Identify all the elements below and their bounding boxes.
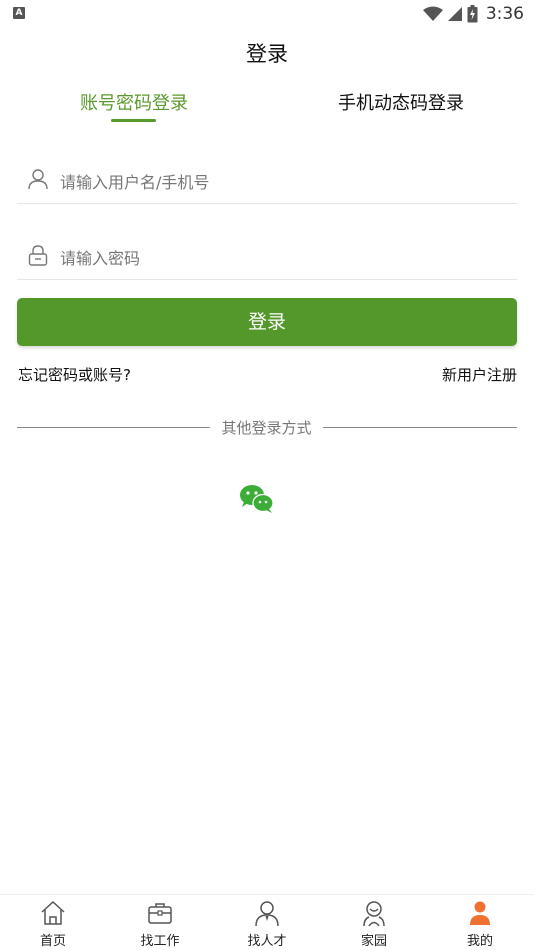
nav-home-label: 首页 [39, 934, 66, 949]
nav-community[interactable]: 家园 [334, 895, 414, 950]
lock-icon [28, 245, 48, 266]
profile-icon [470, 901, 490, 925]
nav-community-label: 家园 [360, 934, 387, 949]
status-time: 3:36 [485, 4, 524, 24]
nav-find-talent-label: 找人才 [247, 934, 287, 949]
password-placeholder: 请输入密码 [60, 249, 141, 268]
signal-icon [447, 7, 462, 21]
login-button[interactable]: 登录 [17, 298, 517, 346]
notification-icon: A [13, 7, 25, 19]
nav-mine[interactable]: 我的 [440, 895, 520, 950]
other-login-label: 其他登录方式 [221, 419, 312, 437]
nav-find-job[interactable]: 找工作 [120, 895, 200, 950]
bottom-navigation: 首页 找工作 找人才 家园 我的 [0, 894, 534, 950]
status-icons: 3:36 [422, 3, 524, 25]
forgot-password-link[interactable]: 忘记密码或账号? [18, 364, 131, 385]
nav-find-job-label: 找工作 [140, 934, 180, 949]
register-link[interactable]: 新用户注册 [442, 364, 517, 385]
password-field[interactable]: 请输入密码 [17, 230, 517, 280]
wechat-icon[interactable] [239, 484, 275, 514]
home-icon [41, 900, 65, 925]
nav-mine-label: 我的 [466, 934, 493, 949]
divider-right [323, 427, 517, 428]
nav-home[interactable]: 首页 [13, 895, 93, 950]
person-icon [255, 901, 279, 927]
username-placeholder: 请输入用户名/手机号 [60, 173, 210, 192]
briefcase-icon [148, 903, 172, 924]
user-icon [28, 169, 48, 190]
status-bar: A 3:36 [0, 0, 534, 28]
tab-indicator [111, 119, 156, 122]
username-field[interactable]: 请输入用户名/手机号 [17, 154, 517, 204]
nav-find-talent[interactable]: 找人才 [227, 895, 307, 950]
community-icon [363, 901, 385, 927]
tab-account-password[interactable]: 账号密码登录 [80, 89, 188, 115]
battery-icon [467, 5, 478, 23]
page-title: 登录 [246, 42, 288, 66]
tab-mobile-code[interactable]: 手机动态码登录 [338, 89, 464, 115]
divider-left [17, 427, 210, 428]
wifi-icon [422, 6, 443, 21]
